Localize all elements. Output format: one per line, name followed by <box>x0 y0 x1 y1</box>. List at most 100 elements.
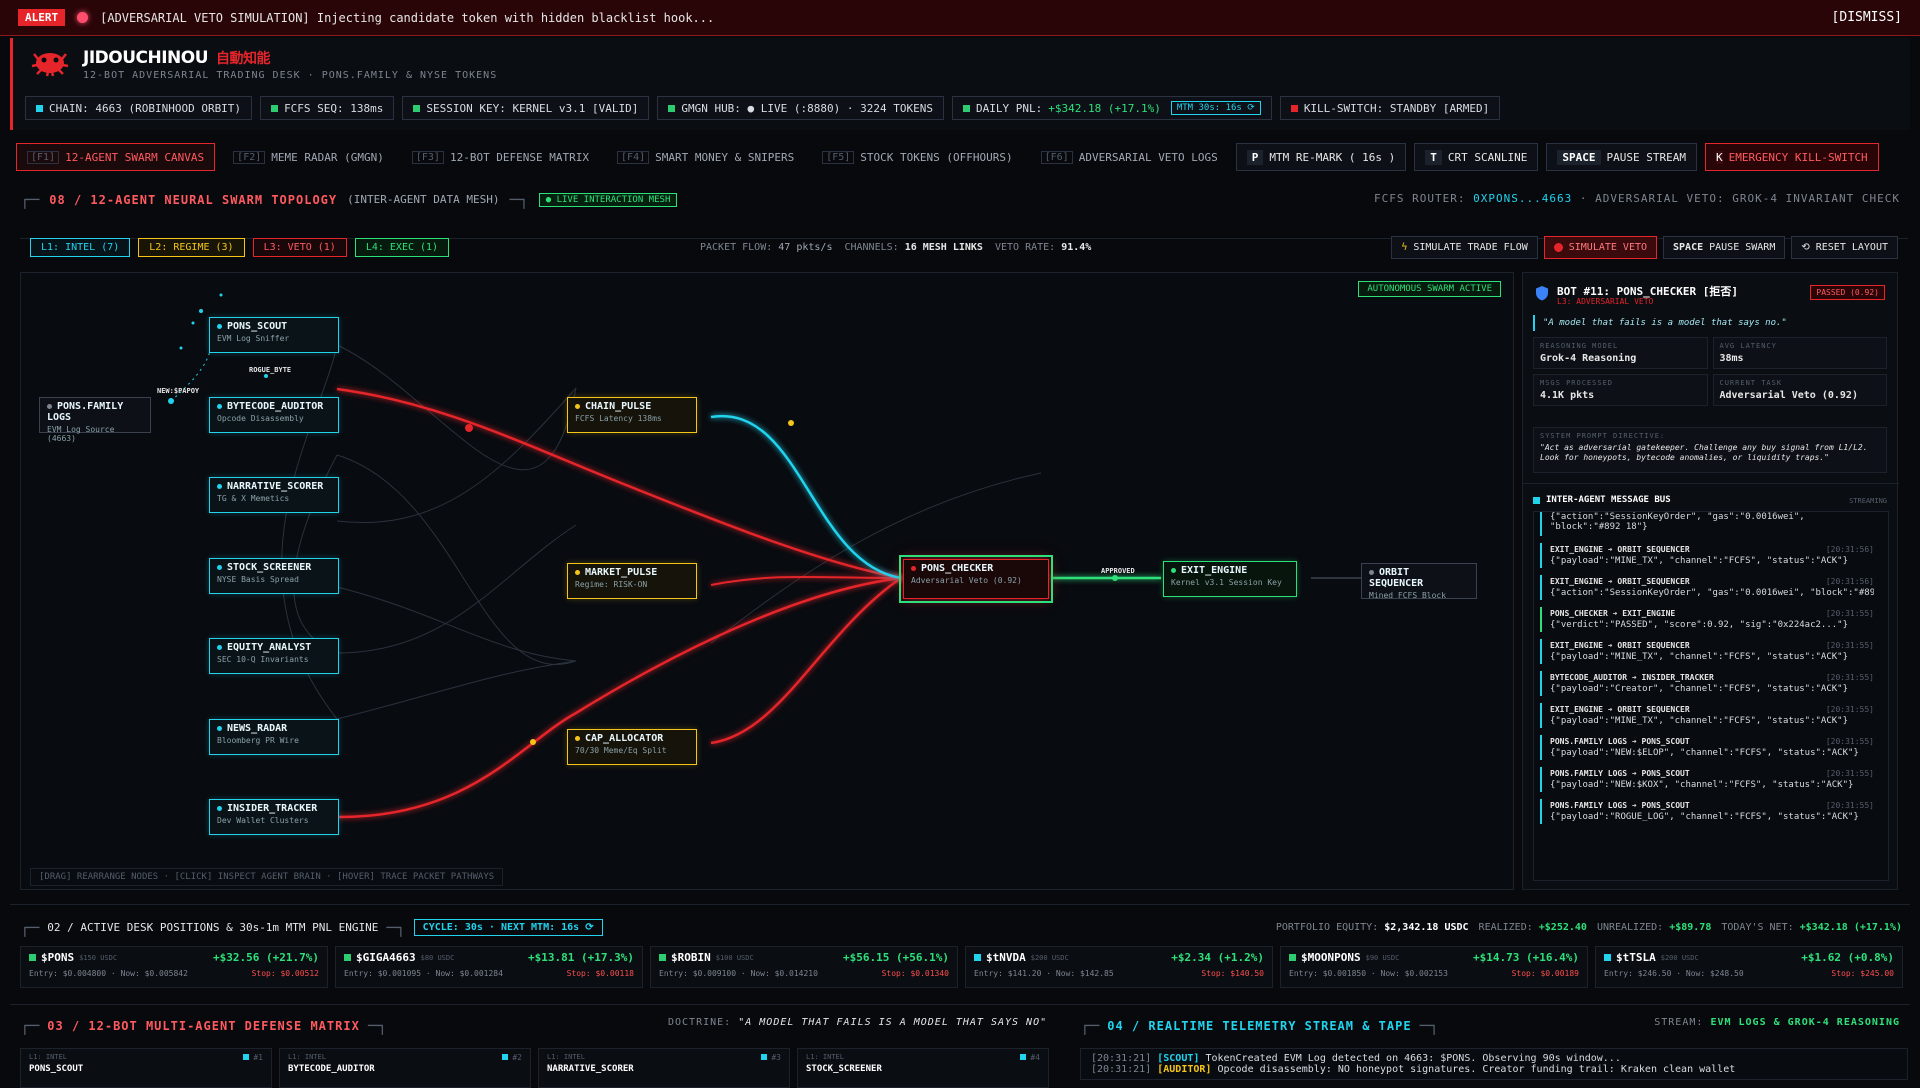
mtm-cycle-badge: CYCLE: 30s · NEXT MTM: 16s ⟳ <box>413 919 603 936</box>
node-exit-engine[interactable]: EXIT_ENGINE Kernel v3.1 Session Key <box>1163 561 1297 597</box>
session-stat: SESSION KEY: KERNEL v3.1 [VALID] <box>402 96 650 120</box>
defense-title: 03 / 12-BOT MULTI-AGENT DEFENSE MATRIX <box>47 1018 360 1033</box>
status-square-icon <box>36 104 43 112</box>
defense-title-row: ┌─ 03 / 12-BOT MULTI-AGENT DEFENSE MATRI… <box>20 1016 388 1035</box>
pause-swarm-button[interactable]: SPACE PAUSE SWARM <box>1663 236 1786 259</box>
edge-label-approved: APPROVED <box>1101 567 1135 575</box>
tab-meme-radar[interactable]: [F2] MEME RADAR (GMGN) <box>223 143 394 171</box>
simulate-veto-button[interactable]: SIMULATE VETO <box>1543 236 1658 259</box>
chain-stat: CHAIN: 4663 (ROBINHOOD ORBIT) <box>25 96 253 120</box>
status-square-icon <box>413 104 421 112</box>
status-square-icon <box>963 104 970 112</box>
node-insider-tracker[interactable]: INSIDER_TRACKER Dev Wallet Clusters <box>209 799 339 835</box>
layer-filter-intel[interactable]: L1: INTEL (7) <box>30 238 131 257</box>
mtm-remark-button[interactable]: P MTM RE-MARK ( 16s ) <box>1235 143 1407 171</box>
swarm-actions: ϟ SIMULATE TRADE FLOW SIMULATE VETO SPACE… <box>1391 236 1898 259</box>
positions-title: 02 / ACTIVE DESK POSITIONS & 30s-1m MTM … <box>47 921 379 934</box>
layer-filter-exec[interactable]: L4: EXEC (1) <box>354 238 450 257</box>
position-card[interactable]: $MOONPONS $90 USDC +$14.73 (+16.4%) Entry: … <box>1280 946 1588 988</box>
status-square-icon <box>1289 954 1296 961</box>
verdict-badge: PASSED (0.92) <box>1810 285 1885 300</box>
layer-filter-veto[interactable]: L3: VETO (1) <box>252 238 347 257</box>
bus-status: STREAMING <box>1849 497 1887 505</box>
gmgn-stat: GMGN HUB: ● LIVE (:8880) · 3224 TOKENS <box>657 96 944 120</box>
stream-label: STREAM: EVM LOGS & GROK-4 REASONING <box>1654 1017 1900 1028</box>
node-equity-analyst[interactable]: EQUITY_ANALYST SEC 10-Q Invariants <box>209 638 339 674</box>
position-card[interactable]: $tTSLA $200 USDC +$1.62 (+0.8%) Entry: $246… <box>1595 946 1903 988</box>
reset-icon: ⟲ <box>1801 242 1810 253</box>
crab-logo-icon <box>31 53 69 77</box>
position-card[interactable]: $ROBIN $100 USDC +$56.15 (+56.1%) Entry: $0… <box>650 946 958 988</box>
bus-message: PONS.FAMILY LOGS ➔ PONS_SCOUT [20:31:55]{… <box>1540 735 1882 760</box>
node-pons-checker[interactable]: PONS_CHECKER Adversarial Veto (0.92) <box>899 555 1053 603</box>
pause-stream-button[interactable]: SPACE PAUSE STREAM <box>1546 143 1697 171</box>
swarm-canvas[interactable]: NEW:$PAPOY ROGUE_BYTE APPROVED AUTONOMOU… <box>20 272 1514 890</box>
fcfs-stat: FCFS SEQ: 138ms <box>260 96 395 120</box>
node-orbit-sequencer[interactable]: ORBIT SEQUENCER Mined FCFS Block <box>1361 563 1477 600</box>
tab-stock-tokens[interactable]: [F5] STOCK TOKENS (OFFHOURS) <box>812 143 1022 171</box>
stat-current-task: CURRENT TASK Adversarial Veto (0.92) <box>1712 374 1887 406</box>
node-cap-allocator[interactable]: CAP_ALLOCATOR 70/30 Meme/Eq Split <box>567 729 697 765</box>
position-card[interactable]: $GIGA4663 $80 USDC +$13.81 (+17.3%) Entry: … <box>335 946 643 988</box>
tab-veto-logs[interactable]: [F6] ADVERSARIAL VETO LOGS <box>1031 143 1228 171</box>
node-bytecode-auditor[interactable]: BYTECODE_AUDITOR Opcode Disassembly <box>209 397 339 433</box>
layer-filter-regime[interactable]: L2: REGIME (3) <box>138 238 245 257</box>
defense-card[interactable]: L1: INTEL PONS_SCOUT #1 <box>20 1048 272 1088</box>
header: JIDOUCHINOU 自動知能 12-BOT ADVERSARIAL TRADI… <box>10 38 1910 130</box>
alert-dot-icon <box>77 12 89 23</box>
tab-swarm-canvas[interactable]: [F1] 12-AGENT SWARM CANVAS <box>16 143 216 171</box>
brand-jp: 自動知能 <box>216 51 271 67</box>
stat-avg-latency: AVG LATENCY 38ms <box>1712 337 1887 369</box>
defense-card[interactable]: L1: INTEL STOCK_SCREENER #4 <box>797 1048 1049 1088</box>
alert-tag: ALERT <box>18 9 66 26</box>
position-card[interactable]: $tNVDA $200 USDC +$2.34 (+1.2%) Entry: $141… <box>965 946 1273 988</box>
bus-message: EXIT_ENGINE ➔ ORBIT SEQUENCER [20:31:56]{… <box>1540 543 1882 568</box>
doctrine: DOCTRINE: "A MODEL THAT FAILS IS A MODEL… <box>668 1017 1048 1028</box>
position-card[interactable]: $PONS $150 USDC +$32.56 (+21.7%) Entry: $0.… <box>20 946 328 988</box>
alert-text: [ADVERSARIAL VETO SIMULATION] Injecting … <box>100 10 715 25</box>
status-square-icon <box>1604 954 1611 961</box>
portfolio-summary: PORTFOLIO EQUITY: $2,342.18 USDC REALIZE… <box>1275 922 1902 933</box>
status-square-icon <box>271 104 279 112</box>
defense-card[interactable]: L1: INTEL BYTECODE_AUDITOR #2 <box>279 1048 531 1088</box>
tab-bar: [F1] 12-AGENT SWARM CANVAS [F2] MEME RADAR… <box>16 143 1906 171</box>
inspector-quote: "A model that fails is a model that says… <box>1533 315 1887 331</box>
status-square-icon <box>974 954 981 961</box>
mtm-pill[interactable]: MTM 30s: 16s ⟳ <box>1170 101 1261 115</box>
swarm-title-row: ┌─ 08 / 12-AGENT NEURAL SWARM TOPOLOGY (… <box>20 190 678 209</box>
node-news-radar[interactable]: NEWS_RADAR Bloomberg PR Wire <box>209 719 339 755</box>
message-bus-log[interactable]: {"action":"SessionKeyOrder", "gas":"0.00… <box>1533 511 1889 881</box>
tab-defense-matrix[interactable]: [F3] 12-BOT DEFENSE MATRIX <box>402 143 599 171</box>
inspector-layer: L3: ADVERSARIAL VETO <box>1557 297 1654 306</box>
bus-message: BYTECODE_AUDITOR ➔ INSIDER_TRACKER [20:31… <box>1540 671 1882 696</box>
node-narrative-scorer[interactable]: NARRATIVE_SCORER TG & X Memetics <box>209 477 339 513</box>
node-market-pulse[interactable]: MARKET_PULSE Regime: RISK-ON <box>567 563 697 599</box>
reset-layout-button[interactable]: ⟲ RESET LAYOUT <box>1791 236 1898 259</box>
node-stock-screener[interactable]: STOCK_SCREENER NYSE Basis Spread <box>209 558 339 594</box>
status-square-icon <box>344 954 351 961</box>
brand-name: JIDOUCHINOU 自動知能 <box>83 48 271 68</box>
emergency-kill-switch-button[interactable]: K EMERGENCY KILL-SWITCH <box>1704 143 1879 171</box>
alert-bar: ALERT [ADVERSARIAL VETO SIMULATION] Inje… <box>0 0 1920 36</box>
simulate-trade-flow-button[interactable]: ϟ SIMULATE TRADE FLOW <box>1391 236 1538 259</box>
node-pons-scout[interactable]: PONS_SCOUT EVM Log Sniffer <box>209 317 339 353</box>
message-bus-title: INTER-AGENT MESSAGE BUS <box>1533 495 1671 505</box>
lightning-icon: ϟ <box>1401 242 1408 253</box>
telemetry-line: [20:31:21] [SCOUT] TokenCreated EVM Log … <box>1091 1053 1621 1064</box>
layer-filter-row: L1: INTEL (7) L2: REGIME (3) L3: VETO (1… <box>30 238 450 257</box>
swarm-subtitle: (INTER-AGENT DATA MESH) <box>347 193 500 206</box>
telemetry-tape[interactable]: [20:31:21] [SCOUT] TokenCreated EVM Log … <box>1080 1048 1908 1080</box>
canvas-hint: [DRAG] REARRANGE NODES · [CLICK] INSPECT… <box>30 868 504 886</box>
autonomous-swarm-badge: AUTONOMOUS SWARM ACTIVE <box>1358 281 1501 297</box>
bus-message: PONS_CHECKER ➔ EXIT_ENGINE [20:31:55] {"ve… <box>1540 607 1882 632</box>
dismiss-button[interactable]: [DISMISS] <box>1832 10 1902 25</box>
tab-smart-money[interactable]: [F4] SMART MONEY & SNIPERS <box>607 143 804 171</box>
node-pons-family-logs[interactable]: PONS.FAMILY LOGS EVM Log Source (4663) <box>39 397 151 443</box>
agent-inspector: BOT #11: PONS_CHECKER [拒否] L3: ADVERSARI… <box>1522 272 1899 890</box>
node-chain-pulse[interactable]: CHAIN_PULSE FCFS Latency 138ms <box>567 397 697 433</box>
edge-label-new: NEW:$PAPOY <box>157 387 200 395</box>
brand-subtitle: 12-BOT ADVERSARIAL TRADING DESK · PONS.F… <box>83 70 498 81</box>
defense-card[interactable]: L1: INTEL NARRATIVE_SCORER #3 <box>538 1048 790 1088</box>
stat-reasoning-model: REASONING MODEL Grok-4 Reasoning <box>1533 337 1708 369</box>
crt-scanline-button[interactable]: T CRT SCANLINE <box>1414 143 1539 171</box>
